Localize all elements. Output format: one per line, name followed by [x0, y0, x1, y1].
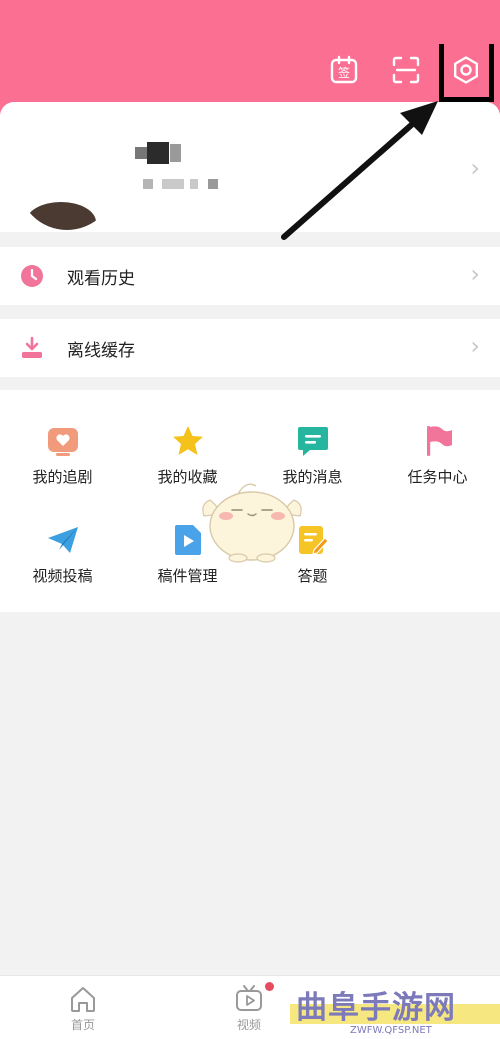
- chevron-right-icon: ›: [470, 332, 480, 360]
- user-id-mosaic: [143, 179, 153, 189]
- watch-history-row[interactable]: 观看历史 ›: [0, 247, 500, 305]
- watermark: 曲阜手游网 ZWFW.QFSP.NET: [290, 982, 500, 1039]
- flag-icon: [426, 426, 452, 456]
- username-mosaic: [170, 144, 181, 162]
- username-mosaic: [135, 147, 147, 159]
- tv-heart-icon: [47, 428, 78, 456]
- message-icon: [297, 427, 328, 456]
- user-id-mosaic: [208, 179, 218, 189]
- notification-dot: [265, 982, 274, 991]
- username-mosaic: [147, 142, 169, 164]
- offline-cache-row[interactable]: 离线缓存 ›: [0, 319, 500, 377]
- tab-home[interactable]: 首页: [53, 984, 113, 1033]
- star-icon: [172, 426, 203, 455]
- grid-item-label: 我的追剧: [32, 468, 93, 486]
- tab-video-label: 视频: [236, 1018, 261, 1032]
- settings-highlight-box: [439, 44, 494, 102]
- chevron-right-icon: ›: [470, 260, 480, 288]
- watermark-url: ZWFW.QFSP.NET: [350, 1025, 432, 1036]
- tv-play-icon: [236, 985, 262, 1011]
- clock-icon: [21, 265, 43, 287]
- grid-item-task-center[interactable]: 任务中心: [375, 424, 500, 487]
- grid-item-my-series[interactable]: 我的追剧: [0, 424, 125, 487]
- tab-home-label: 首页: [70, 1018, 95, 1032]
- download-icon: [22, 336, 42, 358]
- home-icon: [71, 987, 95, 1012]
- grid-item-label: 任务中心: [407, 468, 468, 486]
- grid-item-video-submit[interactable]: 视频投稿: [0, 523, 125, 586]
- avatar[interactable]: [18, 132, 116, 230]
- grid-item-label: 答题: [297, 567, 328, 585]
- watch-history-label: 观看历史: [67, 269, 135, 289]
- mascot-illustration: [202, 483, 302, 563]
- grid-item-label: 视频投稿: [32, 567, 93, 585]
- chevron-right-icon: ›: [470, 154, 480, 182]
- grid-item-label: 稿件管理: [157, 567, 218, 585]
- arrow-annotation: [281, 101, 438, 240]
- user-id-mosaic: [162, 179, 184, 189]
- offline-cache-label: 离线缓存: [67, 341, 135, 361]
- user-id-mosaic: [190, 179, 198, 189]
- paper-plane-icon: [47, 527, 78, 553]
- tab-video[interactable]: 视频: [219, 982, 279, 1033]
- watermark-title: 曲阜手游网: [296, 990, 456, 1026]
- scan-icon[interactable]: [391, 55, 421, 85]
- sign-in-glyph: 签: [338, 65, 350, 80]
- sign-in-calendar-icon[interactable]: 签: [329, 55, 359, 85]
